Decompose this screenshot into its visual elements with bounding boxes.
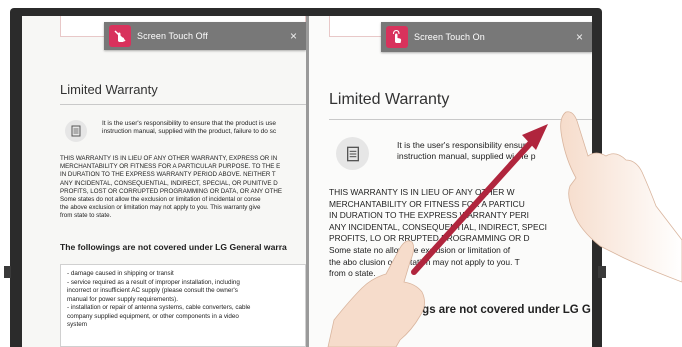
swipe-arrow-icon xyxy=(411,124,548,275)
lower-hand-icon xyxy=(327,240,425,347)
upper-hand-icon xyxy=(560,111,682,283)
gesture-overlay xyxy=(327,111,682,347)
